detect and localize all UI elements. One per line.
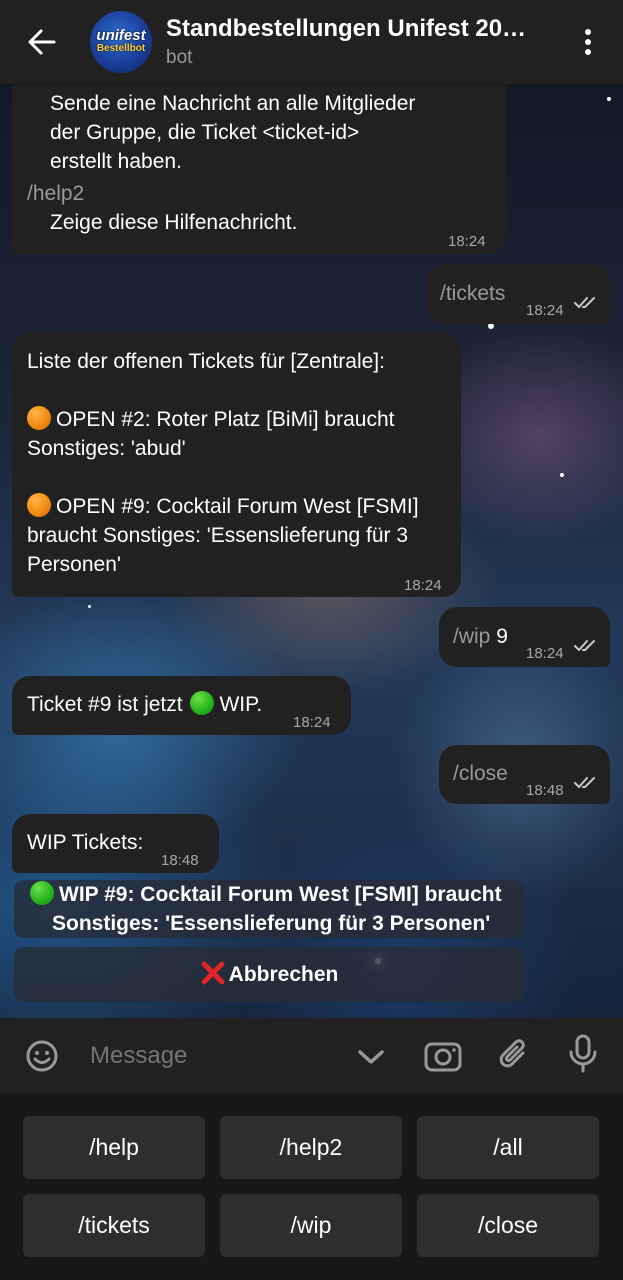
- paperclip-icon: [499, 1039, 525, 1068]
- message-bubble-outgoing[interactable]: /close 18:48: [439, 745, 610, 804]
- emoji-button[interactable]: [24, 1038, 60, 1074]
- keyboard-button-close[interactable]: /close: [417, 1194, 599, 1257]
- message-text: Sende eine Nachricht an alle Mitglieder: [50, 92, 416, 115]
- command-text: /wip: [453, 625, 491, 648]
- status-text: WIP.: [219, 693, 263, 716]
- cancel-label: Abbrechen: [228, 963, 339, 986]
- camera-button[interactable]: [424, 1036, 462, 1074]
- ticket-entry: OPEN #9: Cocktail Forum West [FSMI]: [27, 492, 419, 521]
- green-circle-icon: [30, 881, 54, 905]
- message-bubble-incoming[interactable]: WIP Tickets: 18:48: [12, 814, 219, 873]
- message-text-part: Ticket #9 ist jetzt: [27, 693, 183, 716]
- attach-button[interactable]: [496, 1036, 532, 1074]
- message-text: der Gruppe, die Ticket <ticket-id>: [50, 121, 360, 144]
- message-bubble-outgoing[interactable]: /wip 9 18:24: [439, 607, 610, 667]
- message-time: 18:24: [404, 577, 442, 594]
- message-time: 18:24: [526, 645, 564, 662]
- inline-cancel-button[interactable]: Abbrechen: [14, 947, 525, 1002]
- green-circle-icon: [190, 691, 215, 715]
- ticket-text: Sonstiges: 'abud': [27, 437, 186, 460]
- message-time: 18:24: [448, 233, 486, 250]
- camera-icon: [424, 1042, 462, 1072]
- message-input[interactable]: [90, 1036, 340, 1076]
- ticket-text: braucht Sonstiges: 'Essenslieferung für …: [27, 524, 409, 547]
- ticket-text: OPEN #2: Roter Platz [BiMi] braucht: [56, 408, 395, 431]
- message-time: 18:24: [293, 714, 331, 731]
- background-star: [607, 97, 611, 101]
- command-link[interactable]: /help2: [27, 179, 84, 208]
- orange-circle-icon: [27, 406, 51, 430]
- message-text: WIP Tickets:: [27, 831, 144, 854]
- message-text: erstellt haben.: [50, 150, 182, 173]
- inline-ticket-button[interactable]: WIP #9: Cocktail Forum West [FSMI] brauc…: [14, 880, 525, 938]
- double-check-icon: [574, 297, 595, 308]
- inline-button-text: WIP #9: Cocktail Forum West [FSMI] brauc…: [59, 883, 502, 906]
- keyboard-button-all[interactable]: /all: [417, 1116, 599, 1179]
- message-text: /close: [453, 762, 508, 785]
- chevron-down-icon: [358, 1050, 384, 1064]
- message-time: 18:48: [526, 782, 564, 799]
- ticket-text: OPEN #9: Cocktail Forum West [FSMI]: [56, 495, 419, 518]
- chat-subtitle: bot: [166, 47, 193, 68]
- ticket-entry: OPEN #2: Roter Platz [BiMi] braucht: [27, 405, 394, 434]
- microphone-icon: [569, 1034, 597, 1073]
- double-check-icon: [574, 640, 595, 651]
- message-time: 18:24: [526, 302, 564, 319]
- menu-button[interactable]: [553, 0, 623, 85]
- voice-button[interactable]: [566, 1034, 600, 1074]
- more-vertical-icon: [585, 29, 591, 55]
- arrow-left-icon: [28, 29, 56, 55]
- avatar-logo-text: unifest: [96, 27, 146, 44]
- chat-title: Standbestellungen Unifest 20…: [166, 15, 527, 42]
- inline-button-text: Sonstiges: 'Essenslieferung für 3 Person…: [52, 912, 491, 935]
- ticket-text: Personen': [27, 553, 121, 576]
- message-bubble-incoming[interactable]: Sende eine Nachricht an alle Mitglieder …: [12, 85, 506, 254]
- bot-reply-keyboard: /help /help2 /all /tickets /wip /close: [0, 1093, 623, 1280]
- message-text: Liste der offenen Tickets für [Zentrale]…: [27, 350, 385, 373]
- message-time: 18:48: [161, 852, 199, 869]
- keyboard-button-help[interactable]: /help: [23, 1116, 205, 1179]
- inline-button-label: WIP #9: Cocktail Forum West [FSMI] brauc…: [30, 880, 502, 909]
- background-star: [560, 473, 564, 477]
- command-argument: 9: [496, 625, 508, 648]
- message-bubble-incoming[interactable]: Ticket #9 ist jetzt WIP. 18:24: [12, 676, 351, 735]
- expand-keyboard-button[interactable]: [356, 1042, 386, 1072]
- cross-mark-icon: [201, 961, 225, 985]
- message-text: /wip 9: [453, 622, 508, 651]
- keyboard-button-wip[interactable]: /wip: [220, 1194, 402, 1257]
- message-bubble-outgoing[interactable]: /tickets 18:24: [427, 264, 610, 324]
- message-text: Zeige diese Hilfenachricht.: [50, 211, 298, 234]
- chat-area[interactable]: Sende eine Nachricht an alle Mitglieder …: [0, 85, 623, 1018]
- message-text: /tickets: [440, 282, 506, 305]
- double-check-icon: [574, 777, 595, 788]
- background-star: [88, 605, 91, 608]
- message-input-bar: [0, 1018, 623, 1093]
- emoji-icon: [26, 1040, 58, 1072]
- back-button[interactable]: [0, 0, 84, 85]
- chat-header: unifest Bestellbot Standbestellungen Uni…: [0, 0, 623, 85]
- message-text: Ticket #9 ist jetzt WIP.: [27, 690, 262, 719]
- keyboard-button-help2[interactable]: /help2: [220, 1116, 402, 1179]
- chat-title-block[interactable]: Standbestellungen Unifest 20… bot: [166, 14, 553, 70]
- bot-avatar[interactable]: unifest Bestellbot: [90, 11, 152, 73]
- orange-circle-icon: [27, 493, 51, 517]
- message-bubble-incoming[interactable]: Liste der offenen Tickets für [Zentrale]…: [12, 333, 461, 597]
- keyboard-button-tickets[interactable]: /tickets: [23, 1194, 205, 1257]
- avatar-logo-subtext: Bestellbot: [96, 43, 146, 54]
